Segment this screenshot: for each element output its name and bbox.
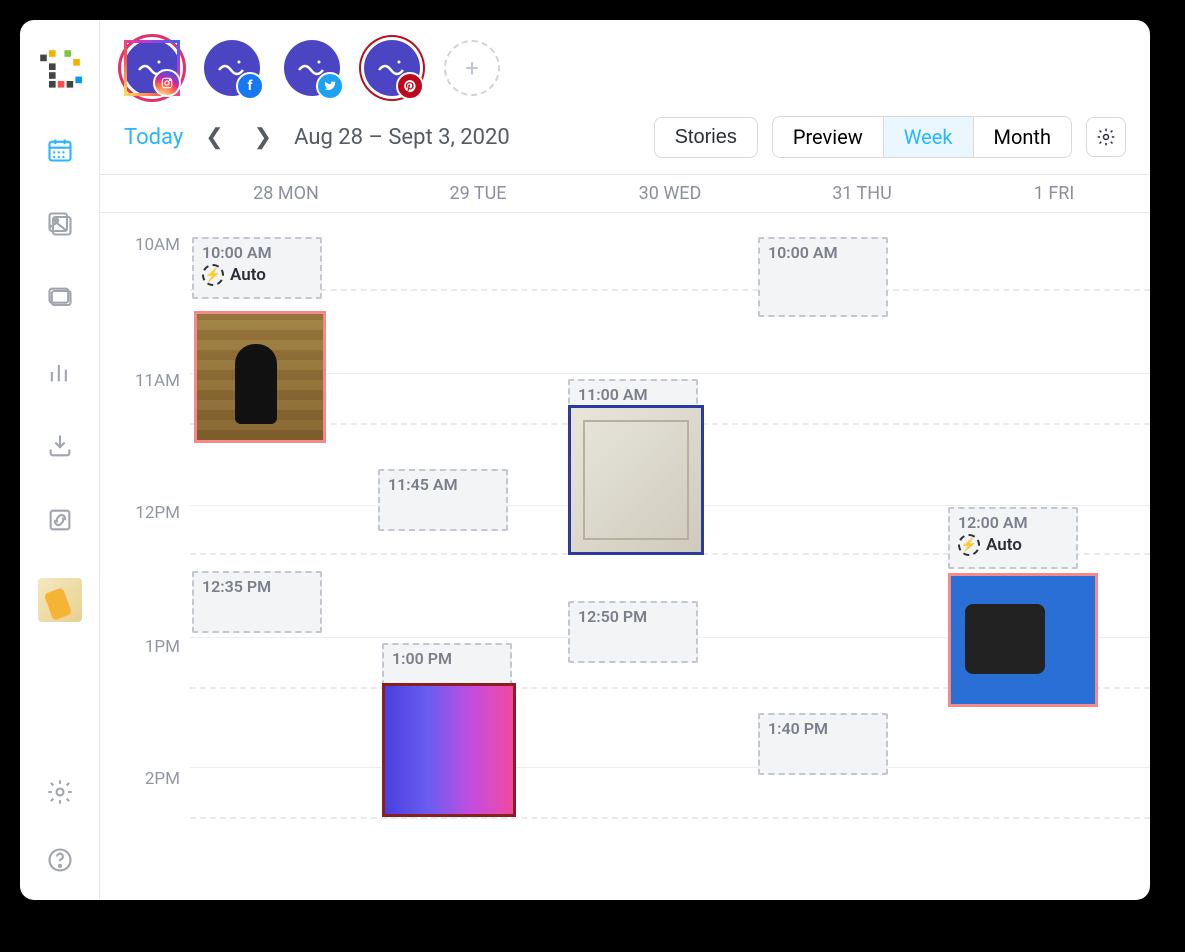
nav-settings-icon[interactable] <box>44 776 76 808</box>
preview-tab[interactable]: Preview <box>773 117 884 157</box>
nav-collect-icon[interactable] <box>44 430 76 462</box>
day-head-mon: 28 MON <box>190 183 382 204</box>
day-head-wed: 30 WED <box>574 183 766 204</box>
account-instagram[interactable] <box>124 40 180 96</box>
time-10am: 10AM <box>135 235 180 255</box>
slot-time: 1:00 PM <box>392 649 502 668</box>
slot-mon-1000[interactable]: 10:00 AM ⚡ Auto <box>192 237 322 299</box>
time-column: 10AM 11AM 12PM 1PM 2PM <box>100 213 190 900</box>
grid-body[interactable]: 10:00 AM ⚡ Auto 10:00 AM 11:00 AM <box>190 213 1150 900</box>
time-2pm: 2PM <box>145 769 180 789</box>
date-range: Aug 28 – Sept 3, 2020 <box>294 125 510 150</box>
next-week-button[interactable]: ❯ <box>246 121 280 154</box>
sidebar <box>20 20 100 900</box>
auto-indicator: ⚡ Auto <box>202 264 312 286</box>
slot-time: 12:00 AM <box>958 513 1068 532</box>
post-thumbnail <box>385 686 513 814</box>
today-link[interactable]: Today <box>124 125 183 150</box>
month-tab[interactable]: Month <box>974 117 1071 157</box>
auto-indicator: ⚡ Auto <box>958 534 1068 556</box>
account-facebook[interactable]: f <box>204 40 260 96</box>
time-11am: 11AM <box>135 371 180 391</box>
nav-media-icon[interactable] <box>44 208 76 240</box>
app-logo <box>38 48 82 92</box>
nav-calendar-icon[interactable] <box>44 134 76 166</box>
accounts-row: f + <box>100 20 1150 106</box>
days-header: 28 MON 29 TUE 30 WED 31 THU 1 FRI <box>100 174 1150 213</box>
week-tab[interactable]: Week <box>884 117 974 157</box>
account-twitter[interactable] <box>284 40 340 96</box>
time-12pm: 12PM <box>135 503 180 523</box>
slot-thu-1000[interactable]: 10:00 AM <box>758 237 888 317</box>
instagram-badge-icon <box>153 69 181 97</box>
slot-time: 10:00 AM <box>202 243 312 262</box>
auto-label: Auto <box>230 265 266 285</box>
day-head-fri: 1 FRI <box>958 183 1150 204</box>
post-card-wed[interactable] <box>568 405 704 555</box>
slot-thu-1340[interactable]: 1:40 PM <box>758 713 888 775</box>
slot-fri-1200[interactable]: 12:00 AM ⚡ Auto <box>948 507 1078 569</box>
add-account-button[interactable]: + <box>444 40 500 96</box>
slot-time: 12:35 PM <box>202 577 312 596</box>
slot-time: 1:40 PM <box>768 719 878 738</box>
post-card-mon[interactable] <box>194 311 326 443</box>
calendar-toolbar: Today ❮ ❯ Aug 28 – Sept 3, 2020 Stories … <box>100 106 1150 174</box>
view-segmented-control: Preview Week Month <box>772 116 1072 158</box>
slot-time: 10:00 AM <box>768 243 878 262</box>
post-card-fri[interactable] <box>948 573 1098 707</box>
auto-label: Auto <box>986 535 1022 555</box>
twitter-badge-icon <box>316 72 344 100</box>
day-head-tue: 29 TUE <box>382 183 574 204</box>
prev-week-button[interactable]: ❮ <box>197 121 231 154</box>
bolt-icon: ⚡ <box>958 534 980 556</box>
post-card-tue[interactable] <box>382 683 516 817</box>
slot-mon-1235[interactable]: 12:35 PM <box>192 571 322 633</box>
slot-tue-1145[interactable]: 11:45 AM <box>378 469 508 531</box>
slot-wed-1250[interactable]: 12:50 PM <box>568 601 698 663</box>
app-window: f + Today ❮ ❯ Aug 28 – Sept 3, 2020 <box>20 20 1150 900</box>
nav-linkinbio-icon[interactable] <box>44 504 76 536</box>
nav-analytics-icon[interactable] <box>44 356 76 388</box>
post-thumbnail <box>951 576 1095 704</box>
time-1pm: 1PM <box>145 637 180 657</box>
day-head-thu: 31 THU <box>766 183 958 204</box>
post-thumbnail <box>197 314 323 440</box>
main-panel: f + Today ❮ ❯ Aug 28 – Sept 3, 2020 <box>100 20 1150 900</box>
slot-time: 11:00 AM <box>578 385 688 404</box>
bolt-icon: ⚡ <box>202 264 224 286</box>
facebook-badge-icon: f <box>236 72 264 100</box>
post-thumbnail <box>571 408 701 552</box>
nav-conversations-icon[interactable] <box>44 282 76 314</box>
account-pinterest[interactable] <box>364 40 420 96</box>
nav-help-icon[interactable] <box>44 844 76 876</box>
pinterest-badge-icon <box>396 72 424 100</box>
calendar-grid: 10AM 11AM 12PM 1PM 2PM 10:00 AM <box>100 213 1150 900</box>
stories-button[interactable]: Stories <box>654 117 758 158</box>
slot-time: 11:45 AM <box>388 475 498 494</box>
slot-time: 12:50 PM <box>578 607 688 626</box>
nav-user-thumbnail[interactable] <box>38 578 82 622</box>
calendar-settings-button[interactable] <box>1086 117 1126 157</box>
